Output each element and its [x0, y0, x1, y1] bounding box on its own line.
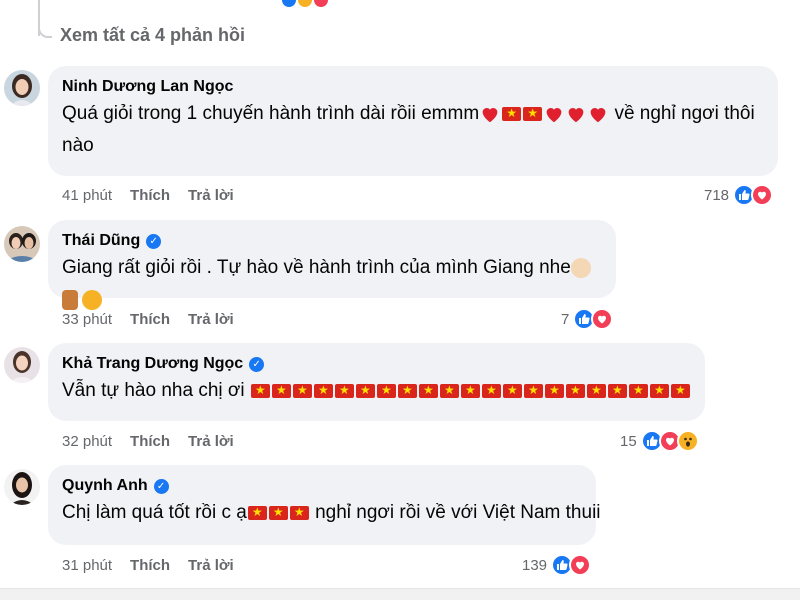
vietnam-flag-icon — [607, 381, 627, 399]
comment-text: Chị làm quá tốt rồi c ạ nghỉ ngơi rồi về… — [62, 497, 601, 529]
comment-bubble: Thái Dũng ✓ Giang rất giỏi rồi . Tự hào … — [48, 220, 616, 310]
vietnam-flag-icon — [523, 104, 543, 122]
comment-timestamp[interactable]: 32 phút — [62, 433, 112, 450]
like-button[interactable]: Thích — [130, 187, 170, 204]
comment-timestamp[interactable]: 33 phút — [62, 311, 112, 328]
comment-timestamp[interactable]: 41 phút — [62, 187, 112, 204]
comment-text: Giang rất giỏi rồi . Tự hào về hành trìn… — [62, 252, 602, 316]
kiss-emoji-icon — [82, 289, 102, 310]
comment-actions: 33 phút Thích Trả lời — [62, 311, 234, 328]
reply-button[interactable]: Trả lời — [188, 187, 234, 204]
drink-emoji-icon — [62, 289, 78, 310]
like-button[interactable]: Thích — [130, 557, 170, 574]
heart-emoji-icon — [543, 103, 565, 125]
clap-emoji-icon — [570, 257, 591, 278]
vietnam-flag-icon — [523, 381, 543, 399]
heart-emoji-icon — [565, 103, 587, 125]
verified-badge-icon: ✓ — [153, 478, 169, 494]
like-button[interactable]: Thích — [130, 433, 170, 450]
vietnam-flag-icon — [397, 381, 417, 399]
love-icon — [312, 0, 330, 9]
wow-icon — [676, 430, 699, 452]
comment-timestamp[interactable]: 31 phút — [62, 557, 112, 574]
reaction-count: 7 — [561, 310, 570, 328]
vietnam-flag-icon — [502, 381, 522, 399]
vietnam-flag-icon — [418, 381, 438, 399]
vietnam-flag-icon — [289, 503, 309, 521]
reaction-count: 139 — [522, 556, 548, 574]
vietnam-flag-icon — [247, 503, 267, 521]
reaction-summary[interactable]: 718 — [704, 184, 774, 206]
avatar[interactable] — [4, 226, 40, 262]
vietnam-flag-icon — [292, 381, 312, 399]
reply-button[interactable]: Trả lời — [188, 311, 234, 328]
reply-button[interactable]: Trả lời — [188, 433, 234, 450]
commenter-name[interactable]: Quynh Anh — [62, 477, 148, 495]
reaction-summary[interactable]: 15 — [620, 430, 699, 452]
vietnam-flag-icon — [649, 381, 669, 399]
vietnam-flag-icon — [268, 503, 288, 521]
love-icon — [751, 184, 774, 206]
top-reactions — [0, 0, 800, 10]
vietnam-flag-icon — [460, 381, 480, 399]
comment-bubble: Quynh Anh ✓ Chị làm quá tốt rồi c ạ nghỉ… — [48, 465, 601, 545]
vietnam-flag-icon — [628, 381, 648, 399]
comment-bubble: Ninh Dương Lan Ngọc Quá giỏi trong 1 chu… — [48, 66, 778, 176]
thread-connector — [38, 18, 52, 38]
vietnam-flag-icon — [565, 381, 585, 399]
reaction-count: 15 — [620, 432, 637, 450]
vietnam-flag-icon — [376, 381, 396, 399]
vietnam-flag-icon — [313, 381, 333, 399]
vietnam-flag-icon — [439, 381, 459, 399]
vietnam-flag-icon — [544, 381, 564, 399]
reaction-summary[interactable]: 7 — [561, 308, 614, 330]
horizontal-scrollbar[interactable] — [0, 588, 800, 600]
comment-text: Vẫn tự hào nha chị ơi — [62, 375, 691, 407]
vietnam-flag-icon — [334, 381, 354, 399]
avatar[interactable] — [4, 347, 40, 383]
love-icon — [569, 554, 592, 576]
verified-badge-icon: ✓ — [146, 233, 162, 249]
vietnam-flag-icon — [502, 104, 522, 122]
reply-button[interactable]: Trả lời — [188, 557, 234, 574]
vietnam-flag-icon — [250, 381, 270, 399]
verified-badge-icon: ✓ — [249, 356, 265, 372]
vietnam-flag-icon — [481, 381, 501, 399]
like-button[interactable]: Thích — [130, 311, 170, 328]
comment-actions: 41 phút Thích Trả lời — [62, 187, 234, 204]
reaction-count: 718 — [704, 186, 730, 204]
vietnam-flag-icon — [271, 381, 291, 399]
vietnam-flag-icon — [670, 381, 690, 399]
comment-bubble: Khả Trang Dương Ngọc ✓ Vẫn tự hào nha ch… — [48, 343, 705, 421]
commenter-name[interactable]: Ninh Dương Lan Ngọc — [62, 78, 233, 96]
love-icon — [591, 308, 614, 330]
avatar[interactable] — [4, 469, 40, 505]
comment-actions: 31 phút Thích Trả lời — [62, 557, 234, 574]
comment-actions: 32 phút Thích Trả lời — [62, 433, 234, 450]
heart-emoji-icon — [479, 103, 501, 125]
comment-text: Quá giỏi trong 1 chuyến hành trình dài r… — [62, 98, 764, 162]
reaction-summary[interactable]: 139 — [522, 554, 592, 576]
commenter-name[interactable]: Thái Dũng — [62, 232, 140, 250]
heart-emoji-icon — [587, 103, 609, 125]
vietnam-flag-icon — [586, 381, 606, 399]
avatar[interactable] — [4, 70, 40, 106]
see-all-replies-link[interactable]: Xem tất cả 4 phản hồi — [60, 25, 245, 46]
commenter-name[interactable]: Khả Trang Dương Ngọc — [62, 355, 243, 373]
vietnam-flag-icon — [355, 381, 375, 399]
